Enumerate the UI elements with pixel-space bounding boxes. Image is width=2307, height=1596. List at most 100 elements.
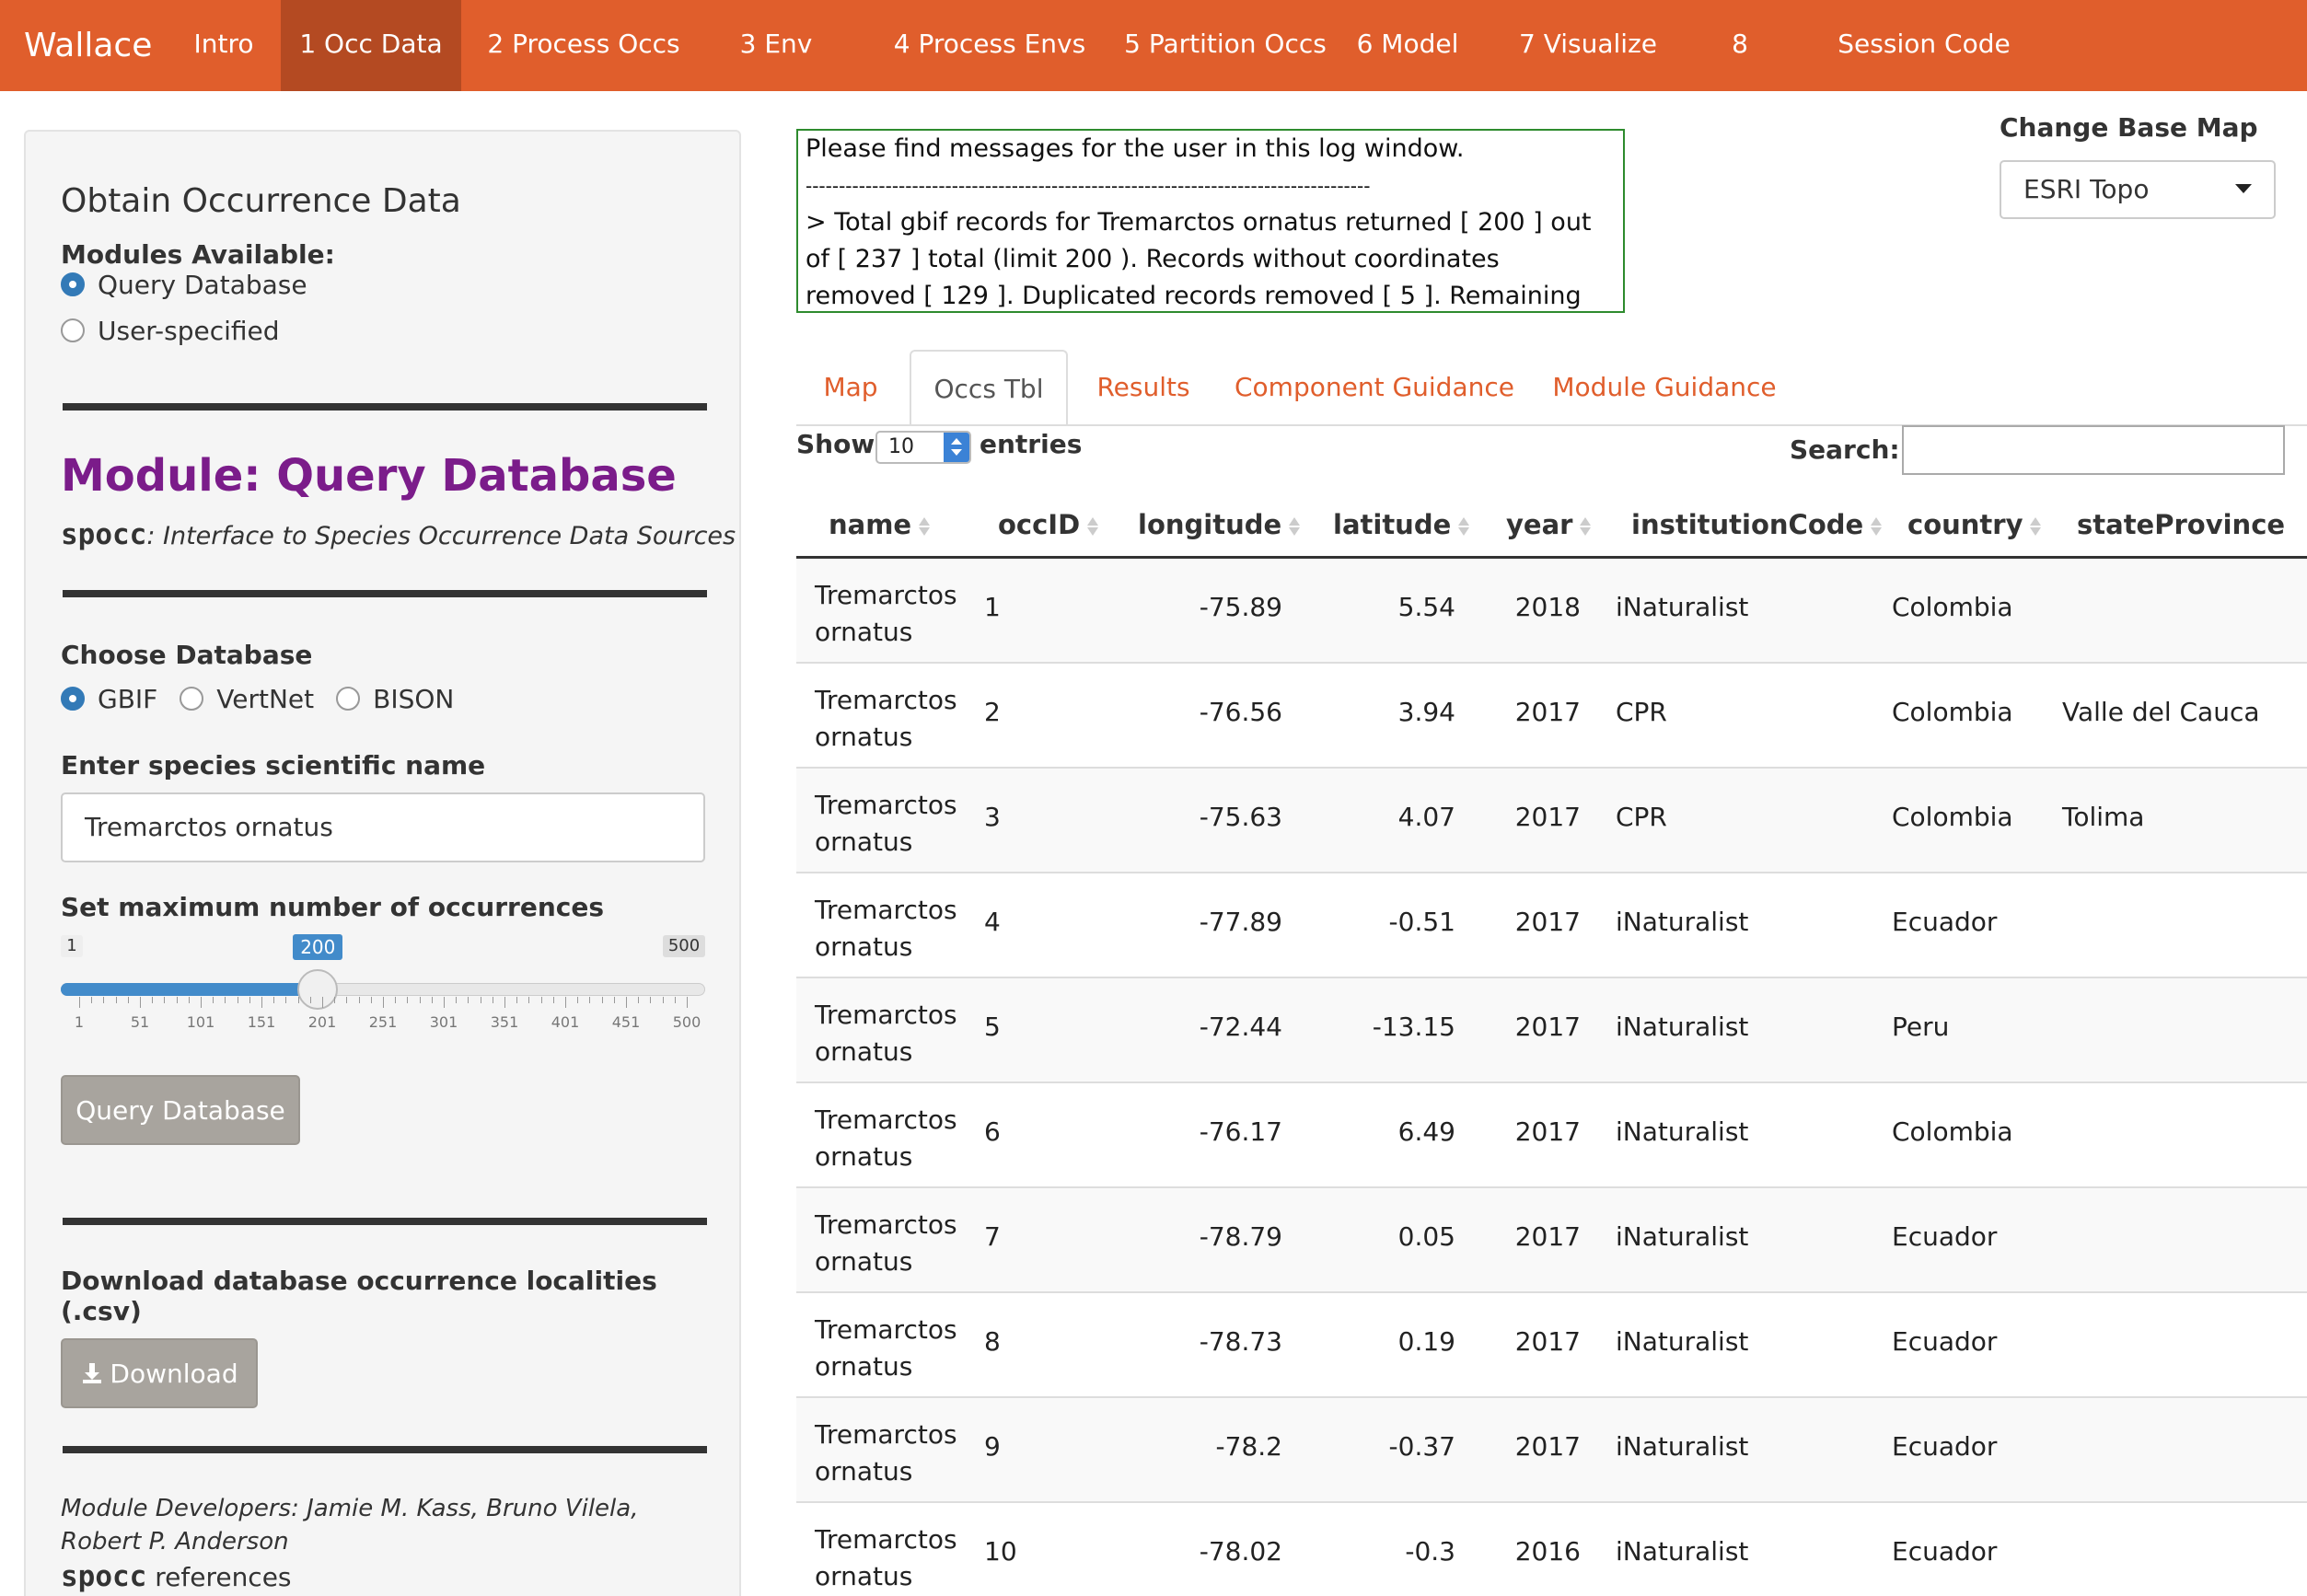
entries-select[interactable]: 10 (875, 431, 971, 464)
navbar: Wallace Intro 1 Occ Data 2 Process Occs … (0, 0, 2307, 147)
tab-component-guidance[interactable]: Component Guidance (1234, 350, 1515, 425)
max-occurrences-label: Set maximum number of occurrences (61, 892, 605, 922)
column-header-longitude[interactable]: longitude (1138, 497, 1304, 552)
column-header-state-province[interactable]: stateProvince (2077, 497, 2307, 591)
slider-minor-tick (407, 997, 409, 1003)
column-header-label: occID (998, 509, 1081, 540)
slider-minor-tick (540, 997, 542, 1003)
slider-minor-tick (613, 997, 615, 1003)
table-row[interactable]: Tremarctos ornatus 3 -75.63 4.07 2017 CP… (796, 769, 2307, 873)
table-row[interactable]: Tremarctos ornatus 5 -72.44 -13.15 2017 … (796, 978, 2307, 1083)
slider-minor-tick (687, 997, 688, 1008)
nav-tab-project[interactable]: 8 Project (1685, 0, 1795, 147)
slider-tick-label: 51 (130, 1013, 150, 1031)
slider-minor-tick (225, 997, 226, 1003)
table-row[interactable]: Tremarctos ornatus 10 -78.02 -0.3 2016 i… (796, 1503, 2307, 1596)
table-row[interactable]: Tremarctos ornatus 2 -76.56 3.94 2017 CP… (796, 664, 2307, 769)
table-row[interactable]: Tremarctos ornatus 9 -78.2 -0.37 2017 iN… (796, 1398, 2307, 1503)
column-header-country[interactable]: country (1907, 497, 2045, 552)
log-window: Please find messages for the user in thi… (796, 129, 1625, 313)
cell-year: 2017 (1514, 1326, 1581, 1357)
nav-tab-session-code[interactable]: Session Code (1832, 0, 2016, 91)
module-option-query-database[interactable]: Query Database (61, 266, 307, 303)
cell-institution-code: CPR (1616, 802, 1667, 832)
nav-tab-env-data[interactable]: 3 Env Data (705, 0, 847, 147)
cell-state-province: Valle del Cauca (2062, 697, 2260, 727)
app-brand[interactable]: Wallace (24, 0, 152, 91)
slider-fill (61, 983, 319, 996)
base-map-select[interactable]: ESRI Topo (2000, 160, 2276, 219)
sort-icon (1087, 515, 1102, 538)
entries-value: 10 (888, 435, 914, 458)
query-database-button[interactable]: Query Database (61, 1075, 300, 1145)
nav-tab-partition-occs[interactable]: 5 Partition Occs (1109, 0, 1341, 91)
database-option-gbif[interactable]: GBIF (98, 684, 157, 714)
database-option-vertnet[interactable]: VertNet (216, 684, 314, 714)
divider (63, 590, 707, 597)
slider-minor-tick (261, 997, 262, 1008)
radio-unchecked-icon[interactable] (336, 687, 361, 711)
species-name-input[interactable]: Tremarctos ornatus (61, 792, 705, 862)
slider-minor-tick (674, 997, 676, 1003)
slider-minor-tick (285, 997, 287, 1003)
sort-icon (2030, 515, 2045, 538)
download-button[interactable]: Download (61, 1338, 258, 1408)
slider-minor-tick (650, 997, 652, 1003)
slider-minor-tick (565, 997, 566, 1008)
tab-occs-tbl[interactable]: Occs Tbl (910, 350, 1068, 425)
slider-minor-tick (176, 997, 178, 1003)
nav-tab-occ-data[interactable]: 1 Occ Data (281, 0, 461, 91)
references-link[interactable]: references (155, 1562, 291, 1592)
slider-minor-tick (188, 997, 190, 1003)
slider-minor-tick (103, 997, 105, 1003)
nav-tab-process-envs[interactable]: 4 Process Envs (884, 0, 1096, 91)
module-option-user-specified[interactable]: User-specified (61, 312, 280, 349)
database-option-bison[interactable]: BISON (373, 684, 454, 714)
slider-tick-label: 1 (74, 1013, 85, 1031)
slider-minor-tick (552, 997, 554, 1003)
table-row[interactable]: Tremarctos ornatus 4 -77.89 -0.51 2017 i… (796, 873, 2307, 978)
slider-minor-tick (528, 997, 530, 1003)
module-option-label: Query Database (98, 269, 307, 300)
slider-tick-label: 301 (429, 1013, 458, 1031)
radio-checked-icon[interactable] (61, 272, 85, 296)
table-row[interactable]: Tremarctos ornatus 1 -75.89 5.54 2018 iN… (796, 559, 2307, 664)
slider-tick-label: 500 (672, 1013, 701, 1031)
column-header-label: country (1907, 509, 2023, 540)
cell-country: Ecuador (1892, 1536, 1998, 1567)
radio-unchecked-icon[interactable] (61, 318, 85, 342)
tab-results[interactable]: Results (1084, 350, 1202, 425)
column-header-year[interactable]: year (1506, 497, 1594, 552)
column-header-occid[interactable]: occID (998, 497, 1102, 552)
cell-year: 2017 (1514, 1221, 1581, 1252)
radio-unchecked-icon[interactable] (180, 687, 204, 711)
column-header-label: name (829, 509, 912, 540)
table-row[interactable]: Tremarctos ornatus 7 -78.79 0.05 2017 iN… (796, 1188, 2307, 1293)
cell-institution-code: iNaturalist (1616, 1221, 1749, 1252)
nav-tab-intro[interactable]: Intro (180, 0, 267, 91)
module-desc-text: : Interface to Species Occurrence Data S… (146, 522, 736, 550)
slider-tick-label: 201 (307, 1013, 337, 1031)
slider-minor-tick (577, 997, 579, 1003)
nav-tab-model[interactable]: 6 Model (1353, 0, 1462, 91)
nav-tab-process-occs[interactable]: 2 Process Occs (475, 0, 692, 91)
tab-map[interactable]: Map (808, 350, 893, 425)
slider-minor-tick (601, 997, 603, 1003)
column-header-latitude[interactable]: latitude (1333, 497, 1473, 552)
radio-checked-icon[interactable] (61, 687, 85, 711)
search-input[interactable] (1902, 425, 2285, 475)
slider-minor-tick (346, 997, 348, 1003)
column-header-name[interactable]: name (829, 497, 933, 552)
tab-module-guidance[interactable]: Module Guidance (1547, 350, 1782, 425)
slider-minor-tick (201, 997, 202, 1008)
slider-minor-tick (383, 997, 384, 1008)
column-header-label: latitude (1333, 509, 1452, 540)
table-row[interactable]: Tremarctos ornatus 8 -78.73 0.19 2017 iN… (796, 1293, 2307, 1398)
module-option-label: User-specified (98, 315, 280, 346)
log-intro: Please find messages for the user in thi… (806, 134, 1465, 163)
sidebar-heading: Obtain Occurrence Data (61, 182, 461, 220)
table-row[interactable]: Tremarctos ornatus 6 -76.17 6.49 2017 iN… (796, 1083, 2307, 1188)
slider-minor-tick (444, 997, 445, 1008)
nav-tab-visualize[interactable]: 7 Visualize (1501, 0, 1675, 91)
column-header-institution-code[interactable]: institutionCode (1631, 497, 1885, 552)
